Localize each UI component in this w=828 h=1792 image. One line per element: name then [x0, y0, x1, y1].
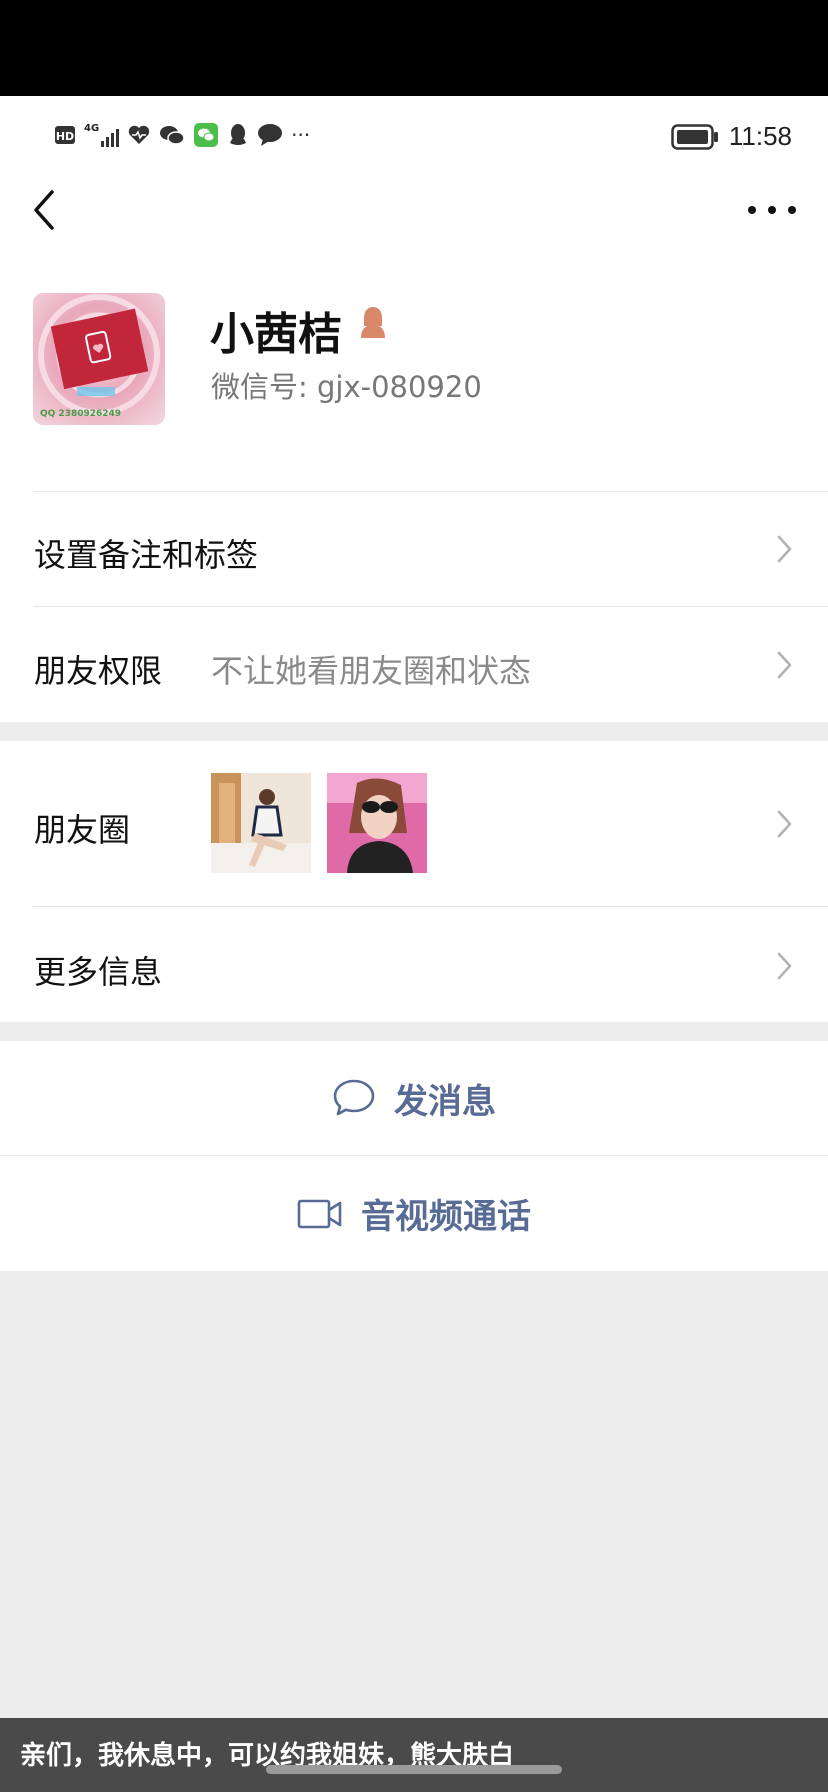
row-remark-label: 设置备注和标签: [34, 536, 259, 574]
message-icon: [258, 124, 283, 146]
avatar[interactable]: QQ 2380926249: [33, 293, 165, 425]
clock: 11:58: [728, 121, 792, 151]
send-message-button[interactable]: 发消息: [0, 1041, 828, 1155]
back-icon[interactable]: [26, 186, 66, 234]
moments-thumbnail[interactable]: [327, 773, 427, 873]
chevron-right-icon: [777, 535, 792, 563]
status-icons: HD 4G ···: [54, 122, 310, 148]
chevron-right-icon: [777, 810, 792, 838]
row-permission-value: 不让她看朋友圈和状态: [211, 652, 532, 690]
row-more-info[interactable]: 更多信息: [0, 907, 828, 1022]
video-camera-icon: [297, 1199, 342, 1228]
chevron-right-icon: [777, 952, 792, 980]
signal-icon: 4G: [84, 123, 120, 147]
row-more-info-label: 更多信息: [34, 953, 163, 991]
row-permission-label: 朋友权限: [34, 652, 163, 690]
video-call-label: 音视频通话: [361, 1197, 531, 1237]
status-right: 11:58: [671, 121, 792, 152]
wechat-icon: [160, 126, 185, 145]
svg-text:HD: HD: [56, 130, 74, 143]
profile-name: 小茜桔: [210, 309, 342, 360]
health-icon: [128, 125, 150, 144]
home-indicator[interactable]: [266, 1765, 562, 1774]
network-type: 4G: [84, 123, 100, 134]
avatar-text: QQ 2380926249: [40, 409, 121, 419]
hd-icon: HD: [55, 126, 75, 144]
more-notifications-icon: ···: [291, 123, 311, 147]
chevron-right-icon: [777, 651, 792, 679]
battery-icon: [671, 123, 718, 150]
row-moments-label: 朋友圈: [34, 811, 131, 849]
qq-icon: [230, 124, 247, 145]
female-icon: [361, 307, 385, 338]
wechat-green-icon: [194, 123, 219, 147]
chat-bubble-icon: [333, 1079, 375, 1116]
send-message-label: 发消息: [394, 1081, 496, 1122]
row-remark-tags[interactable]: 设置备注和标签: [0, 492, 828, 606]
more-options-icon[interactable]: [746, 196, 798, 224]
top-black-band: [0, 0, 828, 96]
video-call-button[interactable]: 音视频通话: [0, 1156, 828, 1271]
wechat-id: 微信号: gjx-080920: [211, 370, 482, 404]
row-friend-permission[interactable]: 朋友权限 不让她看朋友圈和状态: [0, 607, 828, 722]
moments-thumbnail[interactable]: [211, 773, 311, 873]
